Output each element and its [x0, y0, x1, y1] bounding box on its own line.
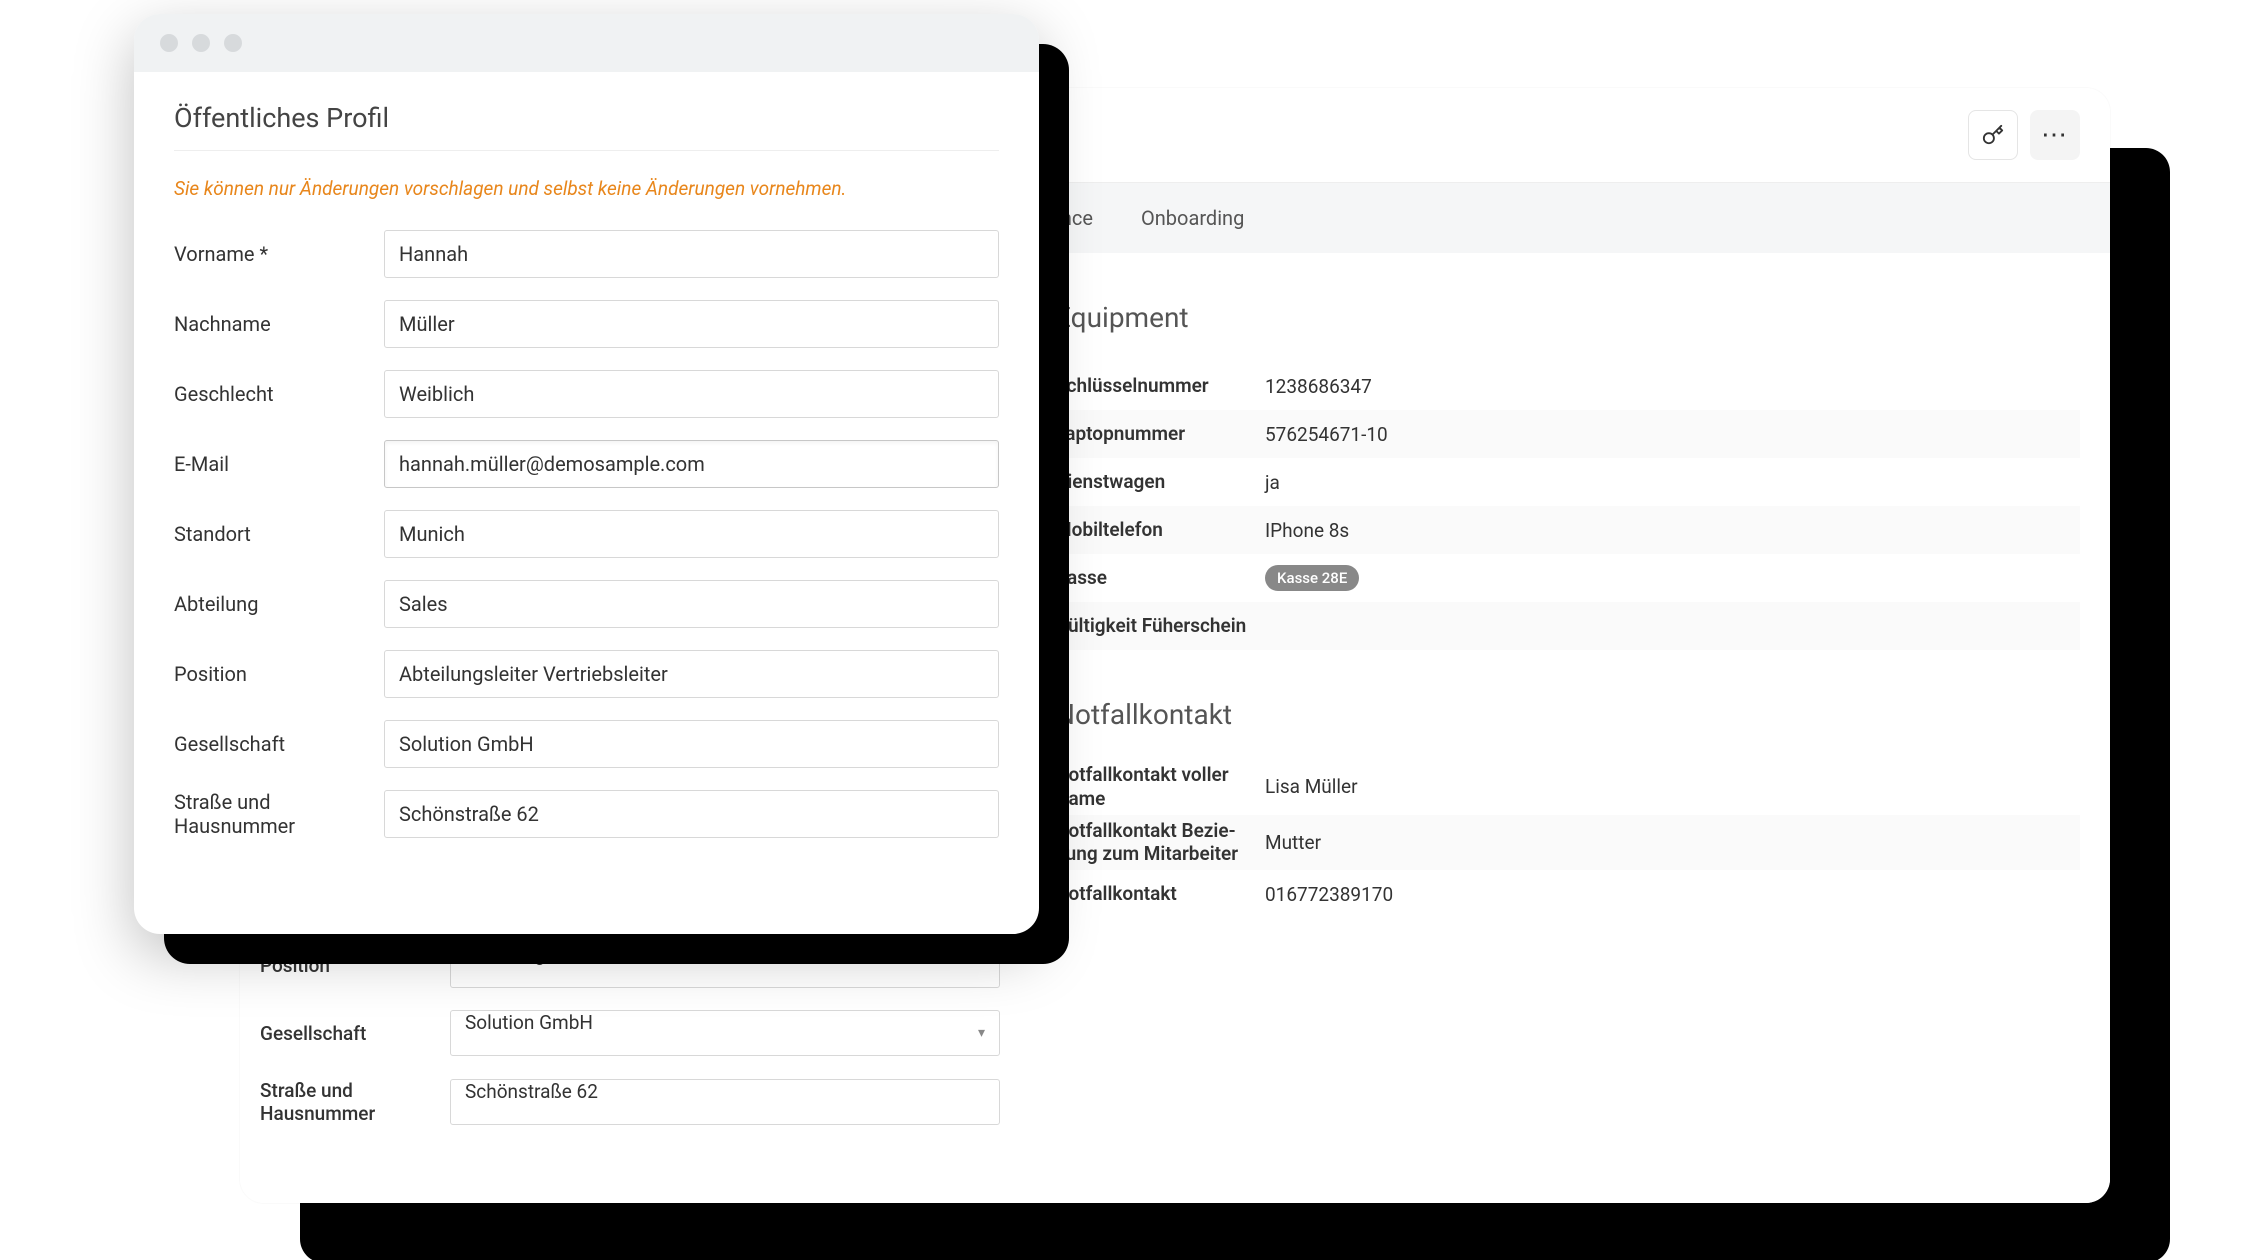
emergency-list: Notfallkontakt voller Name Lisa Müller N…	[1055, 759, 2080, 918]
kv-row: Mobiltelefon IPhone 8s	[1055, 506, 2080, 554]
tab-ance[interactable]: ance	[1050, 206, 1093, 230]
right-column: Equipment Schlüsselnummer 1238686347 Lap…	[1055, 301, 2080, 918]
row-abteilung: Abteilung Sales	[174, 580, 999, 628]
modal-window: Öffentliches Profil Sie können nur Änder…	[134, 14, 1039, 934]
modal-titlebar	[134, 14, 1039, 72]
kv-key: Notfallkontakt Bezie­hung zum Mitarbeite…	[1055, 819, 1265, 867]
key-icon	[1982, 124, 2004, 146]
kv-row: Schlüsselnummer 1238686347	[1055, 362, 2080, 410]
notice-text: Sie können nur Änderungen vorschlagen un…	[174, 177, 999, 200]
equipment-title: Equipment	[1055, 301, 2080, 334]
kv-val: 576254671-10	[1265, 423, 2080, 446]
row-nachname: Nachname Müller	[174, 300, 999, 348]
label-position: Position	[174, 662, 384, 686]
traffic-maximize-icon[interactable]	[224, 34, 242, 52]
kv-row: Laptopnummer 576254671-10	[1055, 410, 2080, 458]
label-gesellschaft: Gesellschaft	[174, 732, 384, 756]
kv-val: 1238686347	[1265, 375, 2080, 398]
label-standort: Standort	[174, 522, 384, 546]
input-nachname[interactable]: Müller	[384, 300, 999, 348]
kv-val: Kasse 28E	[1265, 565, 2080, 591]
kv-key: Mobiltelefon	[1055, 518, 1265, 542]
emergency-title: Notfallkontakt	[1055, 698, 2080, 731]
input-gesellschaft[interactable]: Solution GmbH	[384, 720, 999, 768]
kv-key: Schlüsselnummer	[1055, 374, 1265, 398]
back-input-company[interactable]: Solution GmbH	[450, 1010, 1000, 1056]
kv-key: Kasse	[1055, 566, 1265, 590]
kv-row: Notfallkontakt Bezie­hung zum Mitarbeite…	[1055, 815, 2080, 871]
label-nachname: Nachname	[174, 312, 384, 336]
modal-body: Öffentliches Profil Sie können nur Änder…	[134, 72, 1039, 880]
kv-val: Lisa Müller	[1265, 775, 2080, 798]
back-label-position: Position	[260, 954, 450, 977]
back-input-position[interactable]: Abteilungsleiter Vertriebsleiter	[450, 942, 1000, 988]
row-vorname: Vorname * Hannah	[174, 230, 999, 278]
input-abteilung[interactable]: Sales	[384, 580, 999, 628]
label-geschlecht: Geschlecht	[174, 382, 384, 406]
row-strasse: Straße und Hausnummer Schönstraße 62	[174, 790, 999, 838]
kv-val: IPhone 8s	[1265, 519, 2080, 542]
row-email: E-Mail hannah.müller@demosample.com	[174, 440, 999, 488]
kv-row: Notfallkontakt 016772389170	[1055, 870, 2080, 918]
kv-key: Notfallkontakt voller Name	[1055, 763, 1265, 811]
kv-val: 016772389170	[1265, 883, 2080, 906]
row-standort: Standort Munich	[174, 510, 999, 558]
input-standort[interactable]: Munich	[384, 510, 999, 558]
modal-heading: Öffentliches Profil	[174, 102, 999, 151]
kv-key: Laptopnummer	[1055, 422, 1265, 446]
back-label-company: Gesellschaft	[260, 1022, 450, 1045]
kv-key: Gültigkeit Füherschein	[1055, 614, 1265, 638]
more-button[interactable]	[2030, 110, 2080, 160]
input-position[interactable]: Abteilungsleiter Vertriebsleiter	[384, 650, 999, 698]
label-vorname: Vorname *	[174, 242, 384, 266]
row-gesellschaft: Gesellschaft Solution GmbH	[174, 720, 999, 768]
kv-val: Mutter	[1265, 831, 2080, 854]
row-position: Position Abteilungsleiter Vertriebsleite…	[174, 650, 999, 698]
label-abteilung: Abteilung	[174, 592, 384, 616]
label-strasse: Straße und Hausnummer	[174, 790, 384, 838]
kv-val: ja	[1265, 471, 2080, 494]
input-email[interactable]: hannah.müller@demosample.com	[384, 440, 999, 488]
key-button[interactable]	[1968, 110, 2018, 160]
kv-key: Notfallkontakt	[1055, 882, 1265, 906]
row-geschlecht: Geschlecht Weiblich	[174, 370, 999, 418]
kv-key: Dienstwagen	[1055, 470, 1265, 494]
traffic-minimize-icon[interactable]	[192, 34, 210, 52]
input-geschlecht[interactable]: Weiblich	[384, 370, 999, 418]
label-email: E-Mail	[174, 452, 384, 476]
more-icon	[2041, 120, 2069, 150]
input-strasse[interactable]: Schönstraße 62	[384, 790, 999, 838]
traffic-close-icon[interactable]	[160, 34, 178, 52]
kv-row: Gültigkeit Füherschein	[1055, 602, 2080, 650]
kv-row: Dienstwagen ja	[1055, 458, 2080, 506]
kv-row: Kasse Kasse 28E	[1055, 554, 2080, 602]
chip-kasse: Kasse 28E	[1265, 565, 1359, 591]
back-label-street: Straße und Hausnummer	[260, 1079, 450, 1125]
input-vorname[interactable]: Hannah	[384, 230, 999, 278]
back-input-street[interactable]: Schönstraße 62	[450, 1079, 1000, 1125]
kv-row: Notfallkontakt voller Name Lisa Müller	[1055, 759, 2080, 815]
equipment-list: Schlüsselnummer 1238686347 Laptopnummer …	[1055, 362, 2080, 650]
tab-onboarding[interactable]: Onboarding	[1141, 206, 1244, 230]
